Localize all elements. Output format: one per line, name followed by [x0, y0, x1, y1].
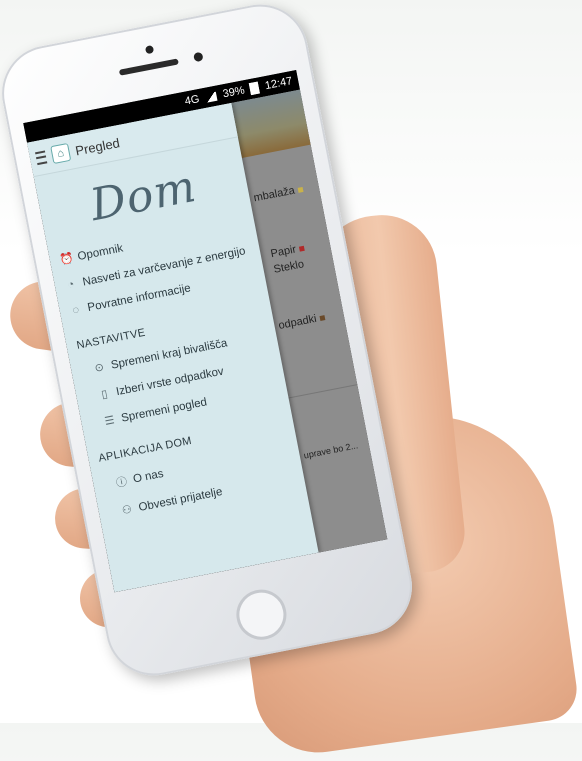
header-photo [231, 89, 311, 158]
earpiece-speaker [118, 58, 179, 76]
list-item-label: mbalaža [252, 184, 296, 205]
list-item[interactable]: odpadki [274, 308, 345, 333]
info-icon: ⓘ [115, 475, 129, 490]
piggy-bank-icon: ◔ [66, 278, 76, 292]
app-bar-title: Pregled [74, 134, 121, 158]
list-item[interactable]: uprave bo 2... [299, 438, 370, 461]
phone: 4G 39% 12:47 mbalaža Papir Steklo odpadk… [0, 0, 421, 684]
network-label: 4G [183, 93, 201, 108]
people-icon: ⚇ [121, 503, 134, 518]
list-item[interactable]: mbalaža [249, 180, 320, 205]
signal-icon [204, 91, 218, 103]
hamburger-menu-icon[interactable] [34, 149, 48, 165]
chat-bubble-icon: ◌ [71, 303, 81, 317]
menu-item-label: O nas [132, 467, 165, 486]
list-item-label: Steklo [272, 258, 306, 276]
battery-percent: 39% [221, 84, 246, 101]
proximity-sensor [193, 51, 204, 63]
menu-item-label: Opomnik [76, 241, 125, 263]
location-pin-icon: ⊙ [93, 361, 106, 375]
color-marker [298, 245, 305, 252]
battery-icon [249, 81, 261, 96]
list-item-label: Papir [269, 243, 298, 261]
color-marker [318, 314, 325, 321]
divider [288, 384, 358, 399]
list-view-icon: ☰ [103, 414, 116, 428]
alarm-clock-icon: ⏰ [58, 252, 75, 267]
trash-bin-icon: ▯ [100, 388, 109, 402]
clock: 12:47 [263, 75, 294, 93]
list-item-label: odpadki [277, 312, 318, 332]
home-icon[interactable]: ⌂ [50, 142, 72, 165]
color-marker [297, 186, 303, 193]
list-item-label: uprave bo 2... [302, 440, 359, 461]
front-camera [144, 44, 155, 55]
home-button[interactable] [232, 585, 291, 644]
